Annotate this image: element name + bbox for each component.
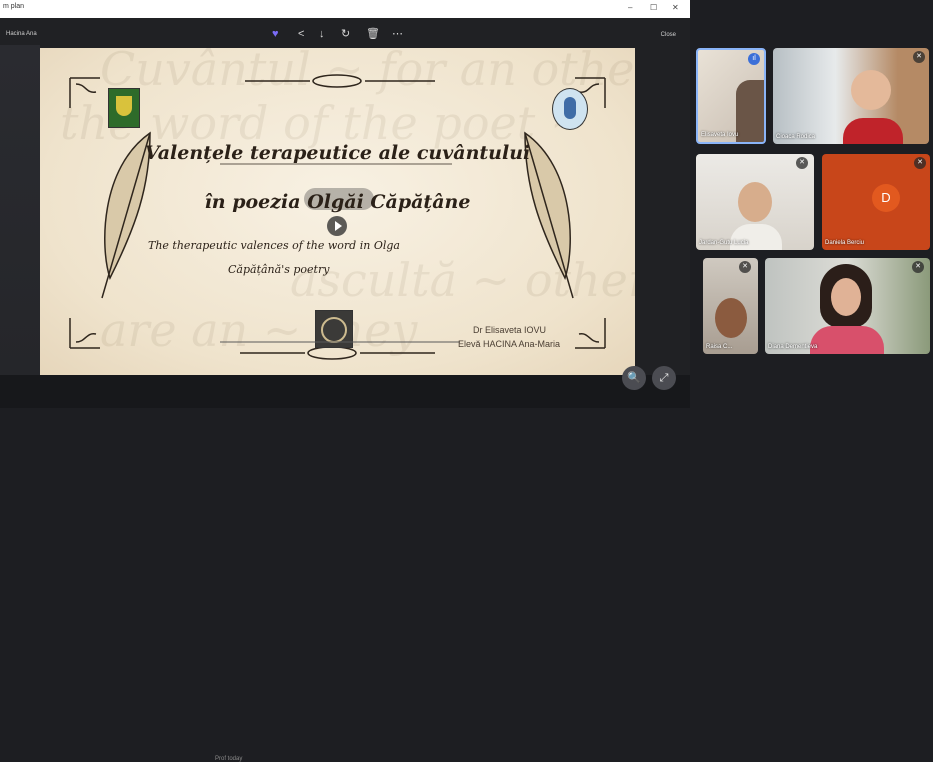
participant-name: Raisa C...	[706, 344, 733, 350]
more-icon[interactable]: ⋯	[392, 28, 403, 40]
school-crest-icon	[108, 88, 140, 128]
slide-subtitle-line1: The therapeutic valences of the word in …	[148, 239, 400, 252]
title-bar: m plan – ☐ ✕	[0, 0, 690, 18]
breadcrumb[interactable]: Hacina Ana	[6, 31, 37, 37]
participant-clothing	[843, 118, 903, 144]
heart-icon[interactable]: ♥	[272, 28, 279, 40]
participant-tile[interactable]: ✕ Cioaca Rodica	[773, 48, 929, 144]
avatar: D	[872, 184, 900, 212]
participant-video	[851, 70, 891, 110]
close-button[interactable]: Close	[661, 32, 676, 38]
mic-off-icon: ✕	[914, 157, 926, 169]
emblem-icon	[552, 88, 588, 130]
participant-name: Diana Dementieva	[768, 344, 818, 350]
participant-name: Jardan-Gutu Lucia	[699, 240, 749, 246]
participant-tile[interactable]: ✕ Jardan-Gutu Lucia	[696, 154, 814, 250]
participant-clothing	[810, 326, 884, 354]
participant-video	[736, 80, 764, 142]
mic-off-icon: ✕	[913, 51, 925, 63]
zoom-icon[interactable]: 🔍	[622, 366, 646, 390]
slide-title-line2: în poezia Olgăi Căpățâne	[204, 191, 471, 213]
participant-tile[interactable]: ✕ Diana Dementieva	[765, 258, 930, 354]
participant-name: Elisaveta Iovu	[701, 132, 739, 138]
video-progress-bar[interactable]	[220, 341, 460, 343]
participant-clothing	[730, 224, 782, 250]
mic-off-icon: ✕	[912, 261, 924, 273]
slide-title-line1: Valențele terapeutice ale cuvântului	[144, 142, 531, 164]
participant-video	[738, 182, 772, 222]
filmstrip: Prof today	[0, 375, 690, 762]
participant-video	[715, 298, 747, 338]
maximize-button[interactable]: ☐	[650, 3, 657, 12]
viewer-toolbar: Hacina Ana ♥ < ↓ ↻ 🗑 ⋯ Close	[0, 26, 690, 44]
delete-icon[interactable]: 🗑	[366, 28, 380, 40]
download-icon[interactable]: ↓	[319, 28, 325, 40]
participant-name: Cioaca Rodica	[776, 134, 816, 140]
close-window-button[interactable]: ✕	[672, 3, 679, 12]
participant-face	[831, 278, 861, 316]
slide-student: Elevă HACINA Ana-Maria	[458, 339, 561, 349]
photo-viewer: m plan – ☐ ✕ Hacina Ana ♥ < ↓ ↻ 🗑 ⋯ Clos…	[0, 0, 690, 762]
fullscreen-icon[interactable]: ⤢	[652, 366, 676, 390]
presentation-slide: Cuvântul ~ for an other the word of the …	[40, 48, 635, 375]
image-caption: Prof today	[215, 756, 243, 762]
window-title: m plan	[3, 3, 25, 10]
slide-author: Dr Elisaveta IOVU	[473, 325, 547, 335]
participant-tile[interactable]: ıl Elisaveta Iovu	[696, 48, 766, 144]
side-panel	[0, 45, 40, 375]
speaking-icon: ıl	[748, 53, 760, 65]
mic-off-icon: ✕	[796, 157, 808, 169]
mic-off-icon: ✕	[739, 261, 751, 273]
minimize-button[interactable]: –	[628, 3, 632, 12]
share-icon[interactable]: <	[298, 28, 304, 40]
play-icon[interactable]	[327, 216, 347, 236]
rotate-icon[interactable]: ↻	[341, 28, 350, 40]
participant-name: Daniela Berciu	[825, 240, 865, 246]
slide-subtitle-line2: Căpățână's poetry	[228, 263, 330, 276]
participant-tile[interactable]: ✕ Raisa C...	[703, 258, 758, 354]
